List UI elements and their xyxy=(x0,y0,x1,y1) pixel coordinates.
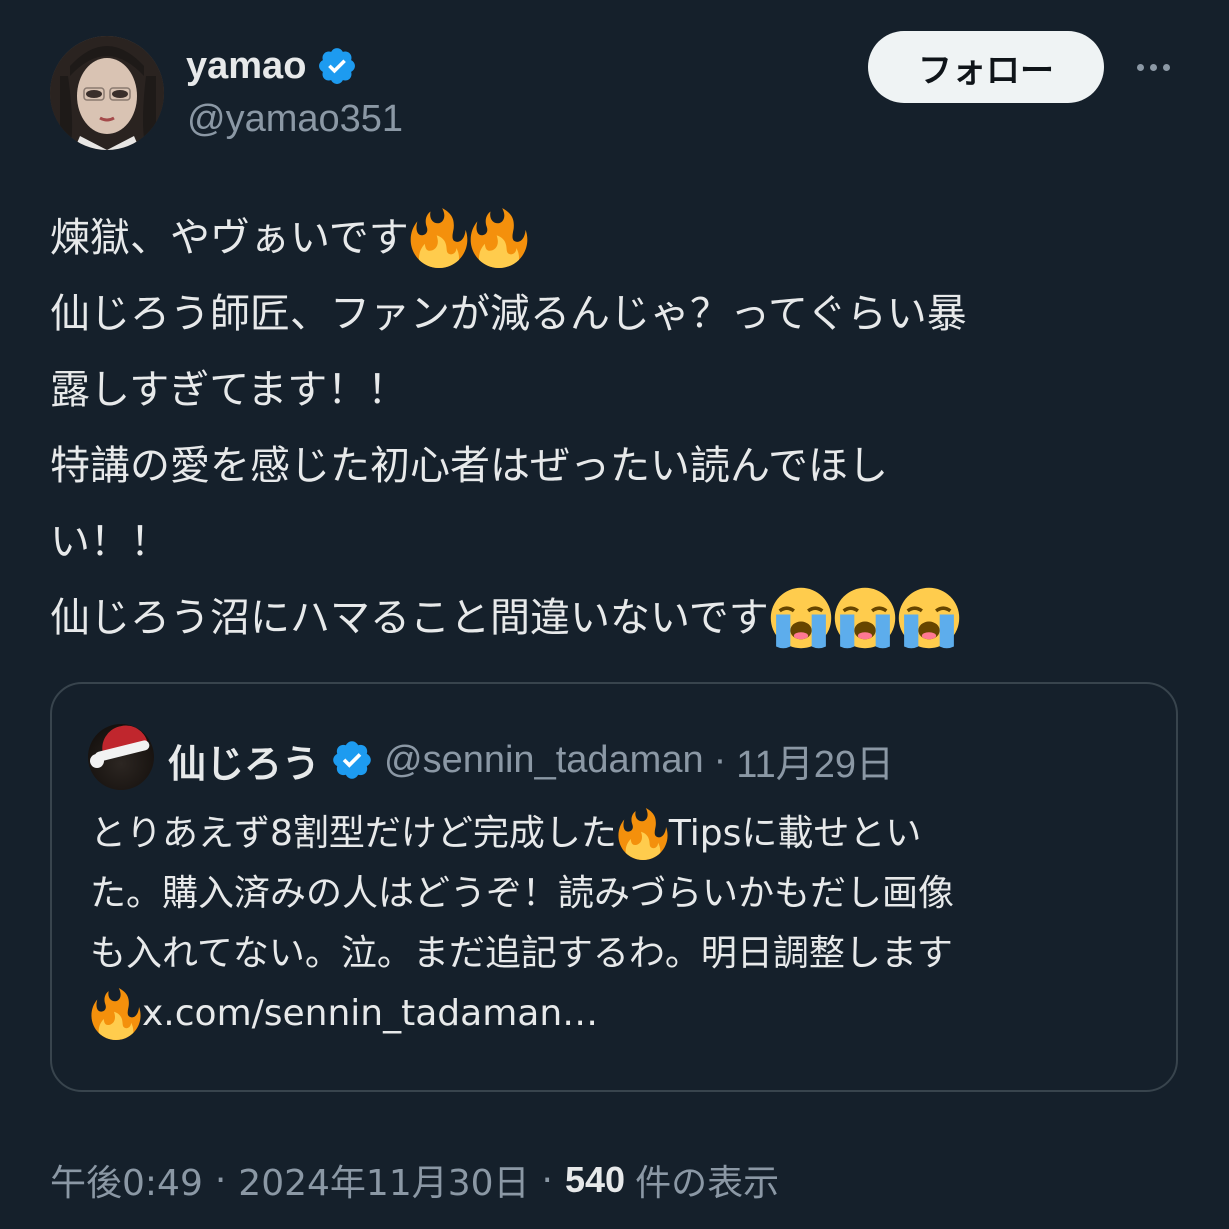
quoted-author-handle[interactable]: @sennin_tadaman xyxy=(384,739,704,782)
tweet-line-text: い！！ xyxy=(50,519,170,565)
tweet-line-text: 特講の愛を感じた初心者はぜったい読んでほし xyxy=(50,443,888,489)
tweet-line: 煉獄、やヴぁいです xyxy=(50,200,1180,276)
quoted-author-avatar[interactable] xyxy=(88,724,154,790)
ellipsis-icon xyxy=(1149,63,1157,71)
ellipsis-icon xyxy=(1136,63,1144,71)
author-display-name[interactable]: yamao xyxy=(186,47,306,85)
fire-emoji-icon xyxy=(618,808,668,860)
quoted-tweet-link[interactable]: x.com/sennin_tadaman… xyxy=(142,984,598,1044)
tweet-line: 露しすぎてます！！ xyxy=(50,352,1180,428)
views-label: 件の表示 xyxy=(635,1163,780,1204)
tweet-date[interactable]: 2024年11月30日 xyxy=(238,1154,529,1206)
tweet-line-text: 仙じろう沼にハマること間違いないです xyxy=(50,595,769,641)
quoted-tweet-line: とりあえず8割型だけど完成した Tipsに載せとい xyxy=(90,804,1150,864)
fire-emoji-icon xyxy=(410,208,468,268)
separator-dot: · xyxy=(713,738,727,781)
quoted-tweet-header: 仙じろう @sennin_tadaman · 11月29日 xyxy=(168,734,894,786)
verified-badge-icon xyxy=(319,48,356,84)
separator-dot: · xyxy=(541,1159,553,1201)
tweet-line: 特講の愛を感じた初心者はぜったい読んでほし xyxy=(50,428,1180,504)
tweet-line-text: 露しすぎてます！！ xyxy=(50,367,408,413)
quoted-tweet-line: x.com/sennin_tadaman… xyxy=(90,984,1150,1044)
santa-hat-pompom xyxy=(90,754,104,768)
quoted-tweet-date[interactable]: 11月29日 xyxy=(736,733,894,788)
tweet-text: 煉獄、やヴぁいです 仙じろう師匠、ファンが減るんじゃ？ってぐらい暴 露しすぎてま… xyxy=(50,200,1180,656)
separator-dot: · xyxy=(214,1159,227,1201)
loudly-crying-face-emoji-icon xyxy=(834,587,896,649)
loudly-crying-face-emoji-icon xyxy=(898,587,960,649)
tweet-time[interactable]: 午後0:49 xyxy=(50,1154,203,1206)
quoted-tweet-text: とりあえず8割型だけど完成した Tipsに載せとい た。購入済みの人はどうぞ！読… xyxy=(90,804,1150,1044)
tweet-line: 仙じろう沼にハマること間違いないです xyxy=(50,580,1180,656)
verified-badge-icon xyxy=(333,741,371,779)
author-handle[interactable]: @yamao351 xyxy=(187,100,403,138)
ellipsis-icon xyxy=(1162,63,1170,71)
views-count: 540 xyxy=(565,1159,626,1200)
quoted-author-name[interactable]: 仙じろう xyxy=(168,733,320,788)
quoted-tweet-line: も入れてない。泣。まだ追記するわ。明日調整します xyxy=(90,924,1150,984)
avatar-portrait-icon xyxy=(50,36,164,150)
author-name-row: yamao xyxy=(186,40,358,92)
quoted-tweet-line: た。購入済みの人はどうぞ！読みづらいかもだし画像 xyxy=(90,864,1150,924)
quoted-line-text: Tipsに載せとい xyxy=(668,813,922,854)
tweet-line: 仙じろう師匠、ファンが減るんじゃ？ってぐらい暴 xyxy=(50,276,1180,352)
author-avatar[interactable] xyxy=(50,36,164,150)
fire-emoji-icon xyxy=(91,988,141,1040)
quoted-line-text: も入れてない。泣。まだ追記するわ。明日調整します xyxy=(90,933,953,974)
fire-emoji-icon xyxy=(470,208,528,268)
follow-button[interactable]: フォロー xyxy=(868,31,1104,103)
more-options-button[interactable] xyxy=(1128,48,1178,86)
quoted-line-text: た。購入済みの人はどうぞ！読みづらいかもだし画像 xyxy=(90,873,955,914)
tweet-line-text: 煉獄、やヴぁいです xyxy=(50,215,409,261)
tweet-line: い！！ xyxy=(50,504,1180,580)
quoted-tweet-card[interactable]: 仙じろう @sennin_tadaman · 11月29日 とりあえず8割型だけ… xyxy=(50,682,1178,1092)
quoted-line-text: とりあえず8割型だけど完成した xyxy=(90,813,617,854)
tweet-meta: 午後0:49 · 2024年11月30日 · 540 件の表示 xyxy=(50,1150,779,1210)
tweet-line-text: 仙じろう師匠、ファンが減るんじゃ？ってぐらい暴 xyxy=(50,291,967,337)
loudly-crying-face-emoji-icon xyxy=(770,587,832,649)
